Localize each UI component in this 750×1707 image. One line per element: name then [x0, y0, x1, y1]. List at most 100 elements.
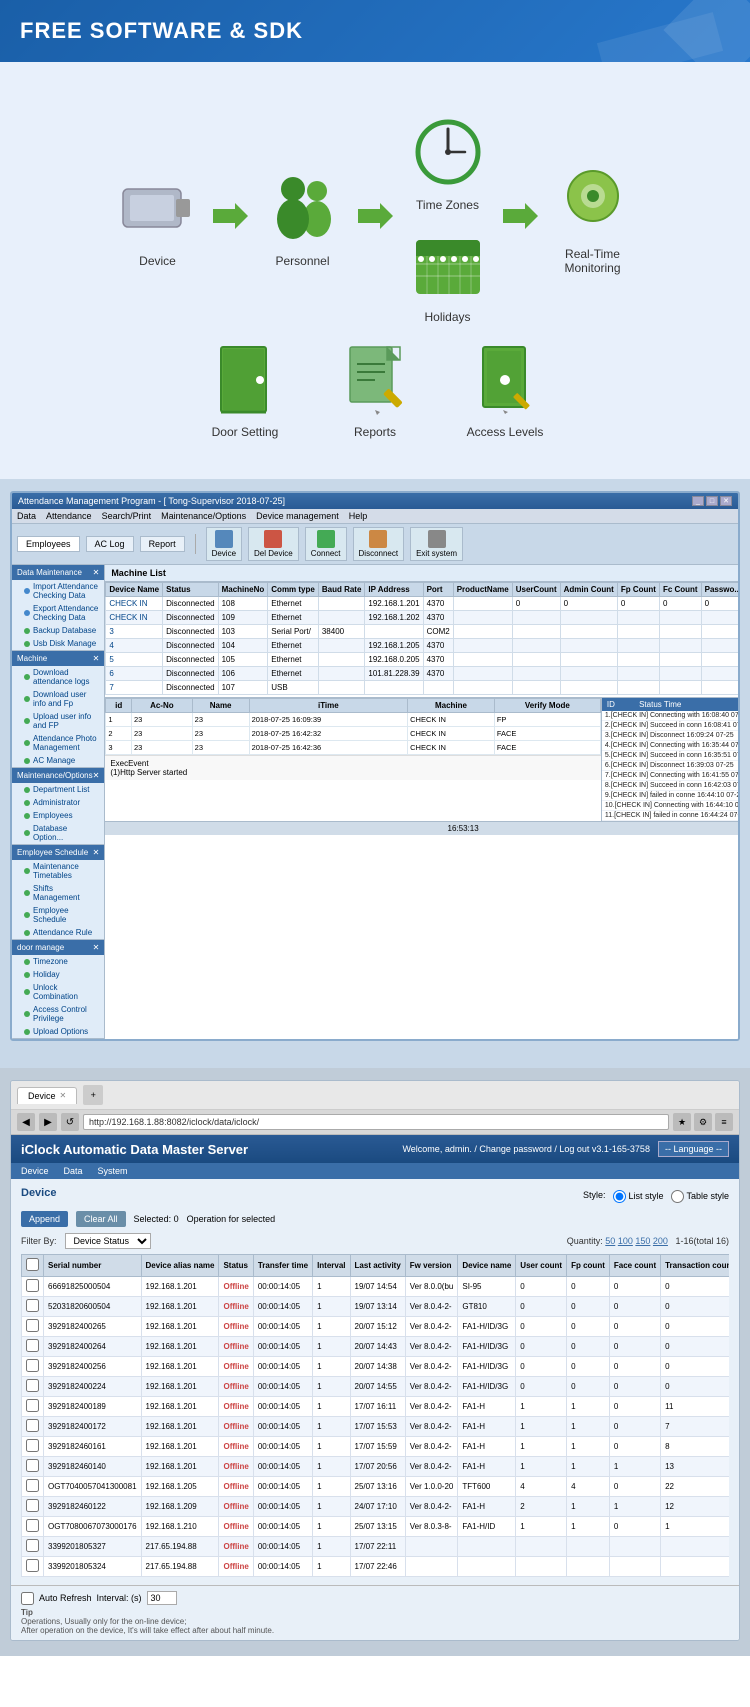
machine-table-row[interactable]: CHECK IN Disconnected 108 Ethernet 192.1…: [106, 597, 740, 611]
wcol-interval[interactable]: Interval: [313, 1255, 350, 1277]
sidebar-timezone[interactable]: Timezone: [12, 955, 104, 968]
machine-table-row[interactable]: 3 Disconnected 103 Serial Port/ 38400 CO…: [106, 625, 740, 639]
sidebar-section-maintenance[interactable]: Maintenance/Options ✕: [12, 768, 104, 783]
web-table-row[interactable]: 3399201805324 217.65.194.88 Offline 00:0…: [22, 1557, 730, 1577]
sidebar-section-data-maintenance[interactable]: Data Maintenance ✕: [12, 565, 104, 580]
btn-disconnect[interactable]: Disconnect: [353, 527, 405, 561]
sidebar-section-door[interactable]: door manage ✕: [12, 940, 104, 955]
sidebar-employees[interactable]: Employees: [12, 809, 104, 822]
settings-icon[interactable]: ⚙: [694, 1113, 712, 1131]
machine-table-row[interactable]: 6 Disconnected 106 Ethernet 101.81.228.3…: [106, 667, 740, 681]
qty-200[interactable]: 200: [653, 1236, 668, 1246]
wcol-serial[interactable]: Serial number: [44, 1255, 142, 1277]
menu-icon[interactable]: ≡: [715, 1113, 733, 1131]
new-tab-btn[interactable]: +: [83, 1085, 103, 1105]
wcol-status[interactable]: Status: [219, 1255, 253, 1277]
sidebar-attrule[interactable]: Attendance Rule: [12, 926, 104, 939]
btn-device[interactable]: Device: [206, 527, 242, 561]
wcol-transfer[interactable]: Transfer time: [253, 1255, 312, 1277]
sidebar-db[interactable]: Database Option...: [12, 822, 104, 844]
sidebar-dl-logs[interactable]: Download attendance logs: [12, 666, 104, 688]
web-menu-system[interactable]: System: [98, 1166, 128, 1176]
sidebar-backup[interactable]: Backup Database: [12, 624, 104, 637]
forward-btn[interactable]: ▶: [39, 1113, 57, 1131]
sidebar-admin[interactable]: Administrator: [12, 796, 104, 809]
web-table-row[interactable]: 3929182400189 192.168.1.201 Offline 00:0…: [22, 1397, 730, 1417]
qty-50[interactable]: 50: [605, 1236, 615, 1246]
machine-table-row[interactable]: 5 Disconnected 105 Ethernet 192.168.0.20…: [106, 653, 740, 667]
append-btn[interactable]: Append: [21, 1211, 68, 1227]
sidebar-shifts[interactable]: Shifts Management: [12, 882, 104, 904]
minimize-btn[interactable]: _: [692, 496, 704, 506]
wcol-last[interactable]: Last activity: [350, 1255, 405, 1277]
sidebar-export[interactable]: Export Attendance Checking Data: [12, 602, 104, 624]
web-table-row[interactable]: 3929182400265 192.168.1.201 Offline 00:0…: [22, 1317, 730, 1337]
web-menu-data[interactable]: Data: [64, 1166, 83, 1176]
refresh-btn[interactable]: ↺: [61, 1113, 79, 1131]
web-menu-device[interactable]: Device: [21, 1166, 49, 1176]
wcol-users[interactable]: User count: [516, 1255, 567, 1277]
filter-select[interactable]: Device Status: [65, 1233, 151, 1249]
btn-del-device[interactable]: Del Device: [248, 527, 299, 561]
close-btn[interactable]: ✕: [720, 496, 732, 506]
list-style-radio[interactable]: List style: [613, 1190, 663, 1203]
sidebar-section-machine[interactable]: Machine ✕: [12, 651, 104, 666]
menu-searchprint[interactable]: Search/Print: [102, 511, 152, 521]
menu-maintenance[interactable]: Maintenance/Options: [161, 511, 246, 521]
address-bar[interactable]: http://192.168.1.88:8082/iclock/data/icl…: [83, 1114, 669, 1130]
machine-table-row[interactable]: 4 Disconnected 104 Ethernet 192.168.1.20…: [106, 639, 740, 653]
web-table-row[interactable]: OGT7080067073000176 192.168.1.210 Offlin…: [22, 1517, 730, 1537]
interval-input[interactable]: [147, 1591, 177, 1605]
language-btn[interactable]: -- Language --: [658, 1141, 729, 1157]
web-table-row[interactable]: 66691825000504 192.168.1.201 Offline 00:…: [22, 1277, 730, 1297]
sidebar-import[interactable]: Import Attendance Checking Data: [12, 580, 104, 602]
wcol-alias[interactable]: Device alias name: [141, 1255, 219, 1277]
web-table-row[interactable]: 3929182460161 192.168.1.201 Offline 00:0…: [22, 1437, 730, 1457]
sidebar-holiday[interactable]: Holiday: [12, 968, 104, 981]
clear-all-btn[interactable]: Clear All: [76, 1211, 126, 1227]
machine-table-row[interactable]: CHECK IN Disconnected 109 Ethernet 192.1…: [106, 611, 740, 625]
sidebar-ac[interactable]: AC Manage: [12, 754, 104, 767]
web-table-row[interactable]: 3929182400264 192.168.1.201 Offline 00:0…: [22, 1337, 730, 1357]
wcol-fp[interactable]: Fp count: [567, 1255, 610, 1277]
sidebar-upload-opts[interactable]: Upload Options: [12, 1025, 104, 1038]
menu-attendance[interactable]: Attendance: [46, 511, 92, 521]
wcol-trans[interactable]: Transaction count: [661, 1255, 729, 1277]
sidebar-ul-user[interactable]: Upload user info and FP: [12, 710, 104, 732]
browser-tab-device[interactable]: Device ✕: [17, 1087, 77, 1104]
sidebar-photo[interactable]: Attendance Photo Management: [12, 732, 104, 754]
sidebar-dept[interactable]: Department List: [12, 783, 104, 796]
qty-100[interactable]: 100: [618, 1236, 633, 1246]
wcol-fw[interactable]: Fw version: [405, 1255, 458, 1277]
auto-refresh-checkbox[interactable]: [21, 1592, 34, 1605]
web-table-row[interactable]: 3929182400224 192.168.1.201 Offline 00:0…: [22, 1377, 730, 1397]
btn-exit[interactable]: Exit system: [410, 527, 463, 561]
web-table-row[interactable]: OGT7040057041300081 192.168.1.205 Offlin…: [22, 1477, 730, 1497]
menu-help[interactable]: Help: [349, 511, 368, 521]
sidebar-usb[interactable]: Usb Disk Manage: [12, 637, 104, 650]
tab-employees[interactable]: Employees: [17, 536, 80, 552]
tab-report[interactable]: Report: [140, 536, 185, 552]
menu-device-mgmt[interactable]: Device management: [256, 511, 339, 521]
wcol-device[interactable]: Device name: [458, 1255, 516, 1277]
wcol-face[interactable]: Face count: [609, 1255, 660, 1277]
star-icon[interactable]: ★: [673, 1113, 691, 1131]
web-table-row[interactable]: 3399201805327 217.65.194.88 Offline 00:0…: [22, 1537, 730, 1557]
btn-connect[interactable]: Connect: [305, 527, 347, 561]
sidebar-access-priv[interactable]: Access Control Privilege: [12, 1003, 104, 1025]
sidebar-section-schedule[interactable]: Employee Schedule ✕: [12, 845, 104, 860]
menu-data[interactable]: Data: [17, 511, 36, 521]
qty-150[interactable]: 150: [635, 1236, 650, 1246]
back-btn[interactable]: ◀: [17, 1113, 35, 1131]
web-table-row[interactable]: 3929182400172 192.168.1.201 Offline 00:0…: [22, 1417, 730, 1437]
tab-aclog[interactable]: AC Log: [86, 536, 134, 552]
web-table-row[interactable]: 3929182460140 192.168.1.201 Offline 00:0…: [22, 1457, 730, 1477]
tab-close-icon[interactable]: ✕: [60, 1091, 67, 1100]
sidebar-unlock[interactable]: Unlock Combination: [12, 981, 104, 1003]
sidebar-empschedule[interactable]: Employee Schedule: [12, 904, 104, 926]
table-style-radio[interactable]: Table style: [671, 1190, 729, 1203]
web-table-row[interactable]: 3929182400256 192.168.1.201 Offline 00:0…: [22, 1357, 730, 1377]
web-table-row[interactable]: 52031820600504 192.168.1.201 Offline 00:…: [22, 1297, 730, 1317]
sidebar-dl-user[interactable]: Download user info and Fp: [12, 688, 104, 710]
sidebar-timetables[interactable]: Maintenance Timetables: [12, 860, 104, 882]
